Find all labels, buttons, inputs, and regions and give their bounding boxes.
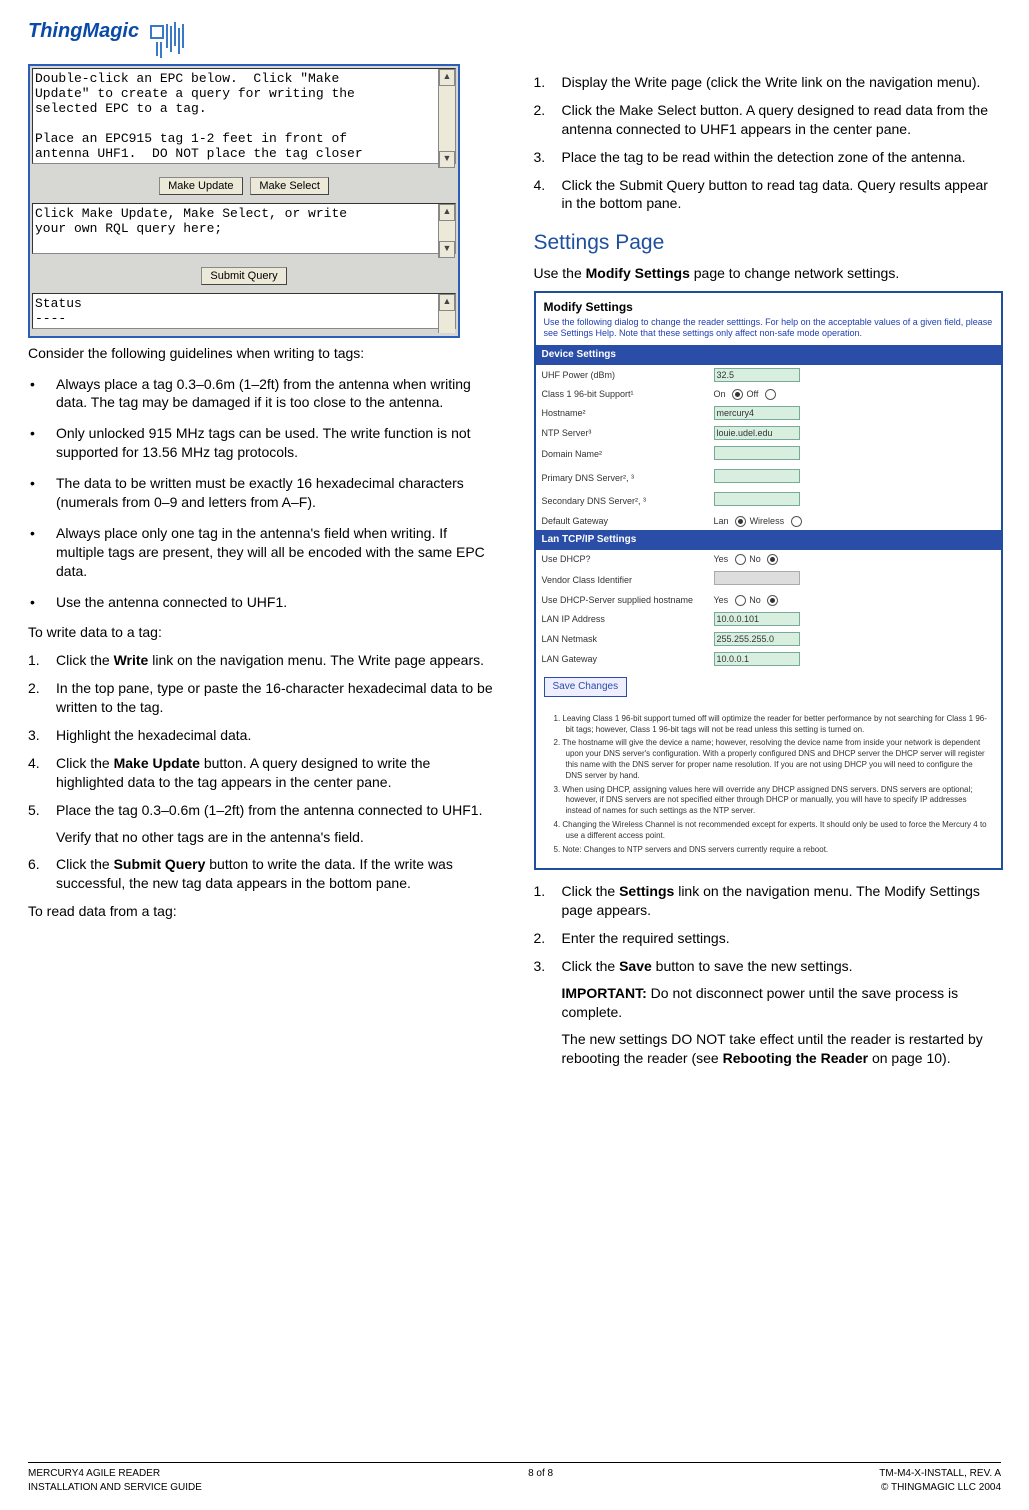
step: Click the Settings link on the navigatio… — [534, 882, 1002, 920]
section-bar: Device Settings — [536, 345, 1001, 365]
domain-input[interactable] — [714, 446, 800, 460]
scrollbar: ▲ — [438, 294, 455, 333]
barcode-icon — [143, 18, 203, 60]
make-select-button[interactable]: Make Select — [250, 177, 329, 195]
pdns-input[interactable] — [714, 469, 800, 483]
brand-name: ThingMagic — [28, 18, 139, 45]
modify-settings-screenshot: Modify Settings Use the following dialog… — [534, 291, 1003, 871]
guidelines-intro: Consider the following guidelines when w… — [28, 344, 496, 363]
bullet: Only unlocked 915 MHz tags can be used. … — [28, 424, 496, 462]
step: In the top pane, type or paste the 16-ch… — [28, 679, 496, 717]
lanmask-input[interactable]: 255.255.255.0 — [714, 632, 800, 646]
radio-no[interactable] — [767, 595, 778, 606]
hostname-input[interactable]: mercury4 — [714, 406, 800, 420]
page-footer: MERCURY4 AGILE READER INSTALLATION AND S… — [28, 1462, 1001, 1494]
settings-heading: Settings Page — [534, 229, 1002, 257]
bullet: Always place only one tag in the antenna… — [28, 524, 496, 581]
step: Place the tag 0.3–0.6m (1–2ft) from the … — [28, 801, 496, 847]
radio-no[interactable] — [767, 554, 778, 565]
read-intro: To read data from a tag: — [28, 902, 496, 921]
scrollbar: ▲▼ — [438, 69, 455, 168]
sdns-input[interactable] — [714, 492, 800, 506]
step: Display the Write page (click the Write … — [534, 73, 1002, 92]
panel-hint: Use the following dialog to change the r… — [536, 317, 1001, 346]
radio-yes[interactable] — [735, 595, 746, 606]
bullet: The data to be written must be exactly 1… — [28, 474, 496, 512]
bullet: Always place a tag 0.3–0.6m (1–2ft) from… — [28, 375, 496, 413]
radio-wireless[interactable] — [791, 516, 802, 527]
step: Click the Make Select button. A query de… — [534, 101, 1002, 139]
footer-copyright: © THINGMAGIC LLC 2004 — [879, 1481, 1001, 1495]
footer-title: MERCURY4 AGILE READER — [28, 1467, 202, 1481]
write-page-screenshot: ▲▼ Make Update Make Select ▲▼ Submit Que… — [28, 64, 460, 338]
step: Enter the required settings. — [534, 929, 1002, 948]
make-update-button[interactable]: Make Update — [159, 177, 242, 195]
bullet: Use the antenna connected to UHF1. — [28, 593, 496, 612]
panel-title: Modify Settings — [536, 293, 1001, 317]
settings-desc: Use the Modify Settings page to change n… — [534, 264, 1002, 283]
ntp-input[interactable]: louie.udel.edu — [714, 426, 800, 440]
footnotes: 1. Leaving Class 1 96-bit support turned… — [536, 705, 1001, 869]
write-intro: To write data to a tag: — [28, 623, 496, 642]
submit-query-button[interactable]: Submit Query — [201, 267, 286, 285]
radio-lan[interactable] — [735, 516, 746, 527]
step: Click the Submit Query button to read ta… — [534, 176, 1002, 214]
restart-note: The new settings DO NOT take effect unti… — [562, 1030, 1002, 1068]
step: Click the Make Update button. A query de… — [28, 754, 496, 792]
lanip-input[interactable]: 10.0.0.101 — [714, 612, 800, 626]
important-note: IMPORTANT: Do not disconnect power until… — [562, 984, 1002, 1022]
step: Click the Write link on the navigation m… — [28, 651, 496, 670]
radio-off[interactable] — [765, 389, 776, 400]
save-changes-button[interactable]: Save Changes — [544, 677, 628, 697]
page-number: 8 of 8 — [202, 1467, 879, 1481]
langw-input[interactable]: 10.0.0.1 — [714, 652, 800, 666]
footer-docid: TM-M4-X-INSTALL, REV. A — [879, 1467, 1001, 1481]
radio-yes[interactable] — [735, 554, 746, 565]
step: Highlight the hexadecimal data. — [28, 726, 496, 745]
vci-input[interactable] — [714, 571, 800, 585]
step-sub: Verify that no other tags are in the ant… — [56, 828, 496, 847]
radio-on[interactable] — [732, 389, 743, 400]
center-pane — [32, 203, 456, 254]
step: Place the tag to be read within the dete… — [534, 148, 1002, 167]
step: Click the Submit Query button to write t… — [28, 855, 496, 893]
footer-subtitle: INSTALLATION AND SERVICE GUIDE — [28, 1481, 202, 1495]
top-pane — [32, 68, 456, 164]
header-logo: ThingMagic — [28, 18, 1001, 60]
step: Click the Save button to save the new se… — [534, 957, 1002, 1067]
scrollbar: ▲▼ — [438, 204, 455, 258]
section-bar: Lan TCP/IP Settings — [536, 530, 1001, 550]
uhf-power-input[interactable]: 32.5 — [714, 368, 800, 382]
status-pane — [32, 293, 456, 329]
